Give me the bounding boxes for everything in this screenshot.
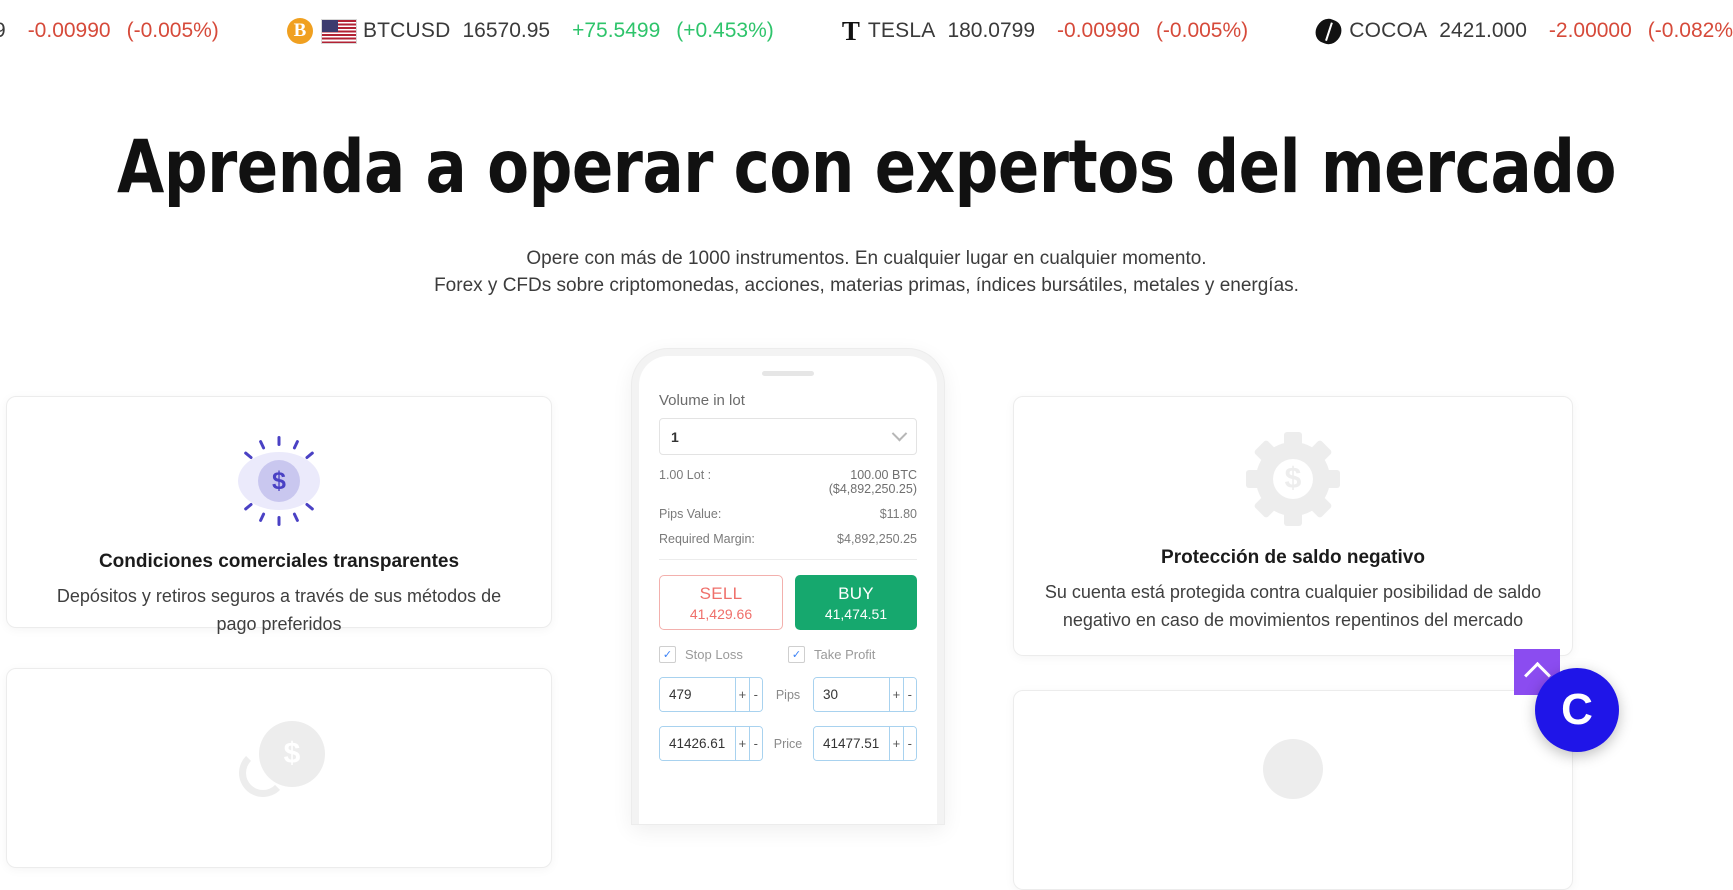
ticker-symbol: COCOA	[1349, 19, 1428, 42]
ticker-percent: (+0.453%)	[676, 19, 774, 42]
stop-loss-pips-input[interactable]	[660, 678, 736, 711]
ticker-percent: (-0.005%)	[1155, 19, 1249, 42]
cocoa-icon	[1312, 14, 1346, 48]
buy-button[interactable]: BUY 41,474.51	[795, 575, 917, 630]
take-profit-pips-input[interactable]	[814, 678, 890, 711]
page-root: 9 -0.00990 (-0.005%) B BTCUSD 16570.95 +…	[0, 0, 1733, 890]
minus-button[interactable]: -	[902, 727, 916, 760]
stop-loss-label: Stop Loss	[685, 647, 743, 662]
stop-loss-option[interactable]: ✓ Stop Loss	[659, 646, 788, 663]
buy-label: BUY	[838, 583, 874, 603]
plus-button[interactable]: +	[889, 678, 903, 711]
feature-card-description: Su cuenta está protegida contra cualquie…	[1044, 582, 1542, 630]
stop-loss-price-input[interactable]	[660, 727, 736, 760]
take-profit-price-stepper[interactable]: + -	[813, 726, 917, 761]
stop-loss-pips-stepper[interactable]: + -	[659, 677, 763, 712]
lot-label: 1.00 Lot :	[659, 468, 712, 482]
required-margin-row: Required Margin: $4,892,250.25	[659, 532, 917, 546]
minus-button[interactable]: -	[902, 678, 916, 711]
ticker-price: 180.0799	[947, 19, 1036, 42]
pips-mid-label: Pips	[775, 687, 801, 702]
ticker-change: -0.00990	[27, 19, 111, 42]
ticker-item-cocoa[interactable]: COCOA 2421.000 -2.00000 (-0.082%	[1312, 0, 1733, 62]
page-title: Aprenda a operar con expertos del mercad…	[117, 125, 1616, 210]
pips-value-row: Pips Value: $11.80	[659, 507, 917, 521]
pips-value-label: Pips Value:	[659, 507, 722, 521]
minus-button[interactable]: -	[748, 727, 762, 760]
take-profit-pips-stepper[interactable]: + -	[813, 677, 917, 712]
price-mid-label: Price	[773, 736, 803, 751]
pips-value: $11.80	[879, 507, 917, 521]
feature-card-bottom-right	[1013, 690, 1573, 890]
ticker-price: 9	[0, 19, 6, 43]
hero-subtitle: Opere con más de 1000 instrumentos. En c…	[0, 207, 1733, 300]
buy-price: 41,474.51	[824, 605, 888, 622]
volume-select[interactable]: 1	[659, 418, 917, 455]
take-profit-label: Take Profit	[814, 647, 876, 662]
price-input-row: + - Price + -	[659, 726, 917, 761]
lot-value-usd: ($4,892,250.25)	[828, 482, 917, 496]
ticker-change: +75.5499	[572, 19, 661, 42]
plus-button[interactable]: +	[735, 678, 749, 711]
take-profit-checkbox[interactable]: ✓	[788, 646, 805, 663]
market-ticker-bar[interactable]: 9 -0.00990 (-0.005%) B BTCUSD 16570.95 +…	[0, 0, 1733, 62]
lot-value: 100.00 BTC	[850, 468, 917, 482]
phone-mockup: Volume in lot 1 1.00 Lot : 100.00 BTC ($…	[632, 349, 944, 824]
feature-card-title: Protección de saldo negativo	[1161, 547, 1425, 568]
divider	[659, 559, 917, 560]
stop-loss-price-stepper[interactable]: + -	[659, 726, 763, 761]
bitcoin-icon: B	[286, 18, 313, 44]
ticker-price: 2421.000	[1439, 19, 1527, 42]
ticker-change: -0.00990	[1057, 19, 1140, 42]
lot-value-group: 100.00 BTC ($4,892,250.25)	[829, 468, 917, 496]
ticker-symbol: TESLA	[867, 19, 936, 42]
sell-label: SELL	[699, 583, 743, 603]
lot-row: 1.00 Lot : 100.00 BTC ($4,892,250.25)	[659, 468, 917, 496]
feature-card-description: Depósitos y retiros seguros a través de …	[56, 586, 502, 634]
chevron-down-icon	[891, 425, 908, 442]
ticker-symbol: BTCUSD	[362, 19, 451, 42]
order-options: ✓ Stop Loss ✓ Take Profit	[659, 646, 917, 663]
chat-widget-button[interactable]: C	[1535, 668, 1619, 752]
take-profit-option[interactable]: ✓ Take Profit	[788, 646, 917, 663]
us-flag-icon	[320, 18, 357, 44]
minus-button[interactable]: -	[748, 678, 762, 711]
required-margin-value: $4,892,250.25	[837, 532, 917, 546]
ticker-percent: (-0.082%	[1647, 19, 1733, 42]
sell-price: 41,429.66	[689, 605, 753, 622]
plus-button[interactable]: +	[735, 727, 749, 760]
hero-subtitle-line-2: Forex y CFDs sobre criptomonedas, accion…	[434, 275, 1299, 297]
volume-label: Volume in lot	[659, 392, 745, 409]
circle-icon	[1263, 739, 1323, 799]
hero-section: Aprenda a operar con expertos del mercad…	[0, 62, 1733, 300]
feature-card-title: Condiciones comerciales transparentes	[98, 551, 460, 572]
sell-button[interactable]: SELL 41,429.66	[659, 575, 783, 630]
feature-card-transparent-conditions: $ Condiciones comerciales transparentes …	[6, 396, 552, 634]
ticker-price: 16570.95	[462, 19, 551, 42]
ticker-item-btcusd[interactable]: B BTCUSD 16570.95 +75.5499 (+0.453%)	[286, 0, 774, 62]
plus-button[interactable]: +	[889, 727, 903, 760]
chat-label: C	[1561, 685, 1593, 734]
gear-dollar-icon: $	[1246, 432, 1340, 526]
tesla-icon: T	[841, 15, 860, 46]
feature-card-bottom-left: $	[6, 668, 552, 868]
feature-card-negative-balance: $ Protección de saldo negativo Su cuenta…	[1013, 396, 1573, 656]
volume-value: 1	[671, 428, 679, 445]
take-profit-price-input[interactable]	[814, 727, 890, 760]
required-margin-label: Required Margin:	[659, 532, 755, 546]
ticker-percent: (-0.005%)	[126, 19, 219, 42]
dollar-burst-icon: $	[231, 433, 327, 529]
trade-panel: Volume in lot 1 1.00 Lot : 100.00 BTC ($…	[639, 376, 937, 761]
hero-subtitle-line-1: Opere con más de 1000 instrumentos. En c…	[526, 247, 1207, 269]
stop-loss-checkbox[interactable]: ✓	[659, 646, 676, 663]
pips-input-row: + - Pips + -	[659, 677, 917, 712]
ticker-item-tesla[interactable]: T TESLA 180.0799 -0.00990 (-0.005%)	[842, 0, 1248, 62]
ticker-change: -2.00000	[1548, 19, 1632, 42]
money-bag-icon: $	[233, 705, 325, 797]
ticker-item[interactable]: 9 -0.00990 (-0.005%)	[0, 0, 219, 62]
trade-buttons: SELL 41,429.66 BUY 41,474.51	[659, 575, 917, 630]
